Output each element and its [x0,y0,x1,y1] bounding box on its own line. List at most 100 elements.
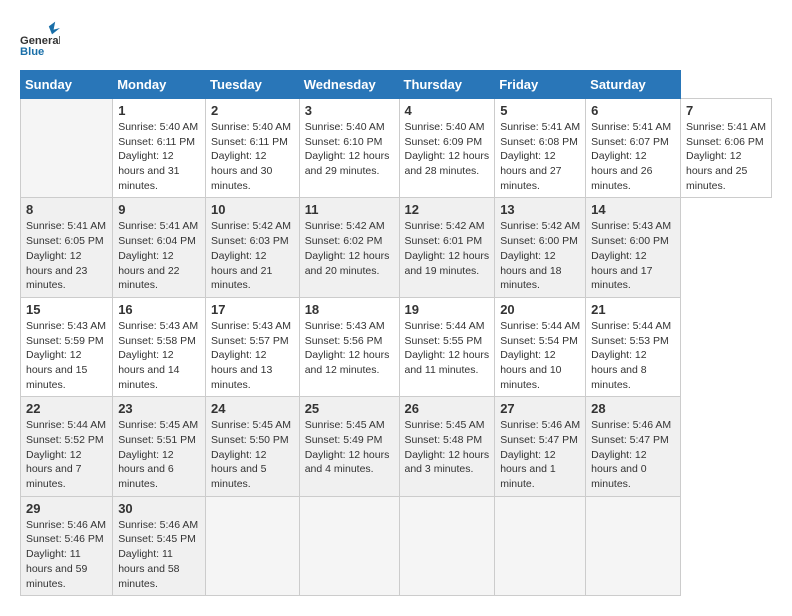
day-number: 17 [211,302,294,317]
calendar-table: SundayMondayTuesdayWednesdayThursdayFrid… [20,70,772,596]
day-number: 10 [211,202,294,217]
calendar-cell: 1 Sunrise: 5:40 AMSunset: 6:11 PMDayligh… [113,99,206,198]
day-number: 1 [118,103,200,118]
weekday-header-sunday: Sunday [21,71,113,99]
day-number: 3 [305,103,394,118]
day-number: 4 [405,103,490,118]
calendar-cell: 11 Sunrise: 5:42 AMSunset: 6:02 PMDaylig… [299,198,399,297]
calendar-cell [399,496,495,595]
day-sunrise: Sunrise: 5:46 AMSunset: 5:45 PMDaylight:… [118,519,198,590]
day-sunrise: Sunrise: 5:41 AMSunset: 6:05 PMDaylight:… [26,220,106,291]
day-sunrise: Sunrise: 5:45 AMSunset: 5:51 PMDaylight:… [118,419,198,490]
calendar-cell: 23 Sunrise: 5:45 AMSunset: 5:51 PMDaylig… [113,397,206,496]
calendar-cell: 7 Sunrise: 5:41 AMSunset: 6:06 PMDayligh… [680,99,771,198]
calendar-week-3: 15 Sunrise: 5:43 AMSunset: 5:59 PMDaylig… [21,297,772,396]
calendar-cell: 9 Sunrise: 5:41 AMSunset: 6:04 PMDayligh… [113,198,206,297]
day-sunrise: Sunrise: 5:43 AMSunset: 6:00 PMDaylight:… [591,220,671,291]
day-sunrise: Sunrise: 5:43 AMSunset: 5:58 PMDaylight:… [118,320,198,391]
day-sunrise: Sunrise: 5:42 AMSunset: 6:00 PMDaylight:… [500,220,580,291]
day-number: 25 [305,401,394,416]
day-sunrise: Sunrise: 5:46 AMSunset: 5:47 PMDaylight:… [591,419,671,490]
day-number: 6 [591,103,675,118]
weekday-header-wednesday: Wednesday [299,71,399,99]
day-sunrise: Sunrise: 5:40 AMSunset: 6:10 PMDaylight:… [305,121,390,177]
day-number: 24 [211,401,294,416]
day-sunrise: Sunrise: 5:41 AMSunset: 6:04 PMDaylight:… [118,220,198,291]
day-number: 14 [591,202,675,217]
page-header: General Blue [20,20,772,60]
day-sunrise: Sunrise: 5:45 AMSunset: 5:48 PMDaylight:… [405,419,490,475]
calendar-cell: 22 Sunrise: 5:44 AMSunset: 5:52 PMDaylig… [21,397,113,496]
day-sunrise: Sunrise: 5:42 AMSunset: 6:03 PMDaylight:… [211,220,291,291]
calendar-cell: 12 Sunrise: 5:42 AMSunset: 6:01 PMDaylig… [399,198,495,297]
calendar-cell [21,99,113,198]
day-sunrise: Sunrise: 5:44 AMSunset: 5:55 PMDaylight:… [405,320,490,376]
calendar-cell: 13 Sunrise: 5:42 AMSunset: 6:00 PMDaylig… [495,198,586,297]
calendar-cell [206,496,300,595]
calendar-week-5: 29 Sunrise: 5:46 AMSunset: 5:46 PMDaylig… [21,496,772,595]
calendar-cell: 4 Sunrise: 5:40 AMSunset: 6:09 PMDayligh… [399,99,495,198]
day-number: 12 [405,202,490,217]
calendar-cell [495,496,586,595]
day-number: 30 [118,501,200,516]
calendar-cell: 3 Sunrise: 5:40 AMSunset: 6:10 PMDayligh… [299,99,399,198]
day-sunrise: Sunrise: 5:46 AMSunset: 5:47 PMDaylight:… [500,419,580,490]
calendar-cell: 27 Sunrise: 5:46 AMSunset: 5:47 PMDaylig… [495,397,586,496]
calendar-week-4: 22 Sunrise: 5:44 AMSunset: 5:52 PMDaylig… [21,397,772,496]
calendar-cell: 16 Sunrise: 5:43 AMSunset: 5:58 PMDaylig… [113,297,206,396]
day-number: 5 [500,103,580,118]
day-sunrise: Sunrise: 5:41 AMSunset: 6:08 PMDaylight:… [500,121,580,192]
day-sunrise: Sunrise: 5:41 AMSunset: 6:07 PMDaylight:… [591,121,671,192]
calendar-cell: 30 Sunrise: 5:46 AMSunset: 5:45 PMDaylig… [113,496,206,595]
logo: General Blue [20,20,60,60]
calendar-cell: 15 Sunrise: 5:43 AMSunset: 5:59 PMDaylig… [21,297,113,396]
day-number: 2 [211,103,294,118]
day-sunrise: Sunrise: 5:43 AMSunset: 5:57 PMDaylight:… [211,320,291,391]
calendar-cell: 6 Sunrise: 5:41 AMSunset: 6:07 PMDayligh… [586,99,681,198]
calendar-cell: 26 Sunrise: 5:45 AMSunset: 5:48 PMDaylig… [399,397,495,496]
day-number: 9 [118,202,200,217]
calendar-cell: 14 Sunrise: 5:43 AMSunset: 6:00 PMDaylig… [586,198,681,297]
calendar-cell: 29 Sunrise: 5:46 AMSunset: 5:46 PMDaylig… [21,496,113,595]
day-sunrise: Sunrise: 5:41 AMSunset: 6:06 PMDaylight:… [686,121,766,192]
weekday-header-tuesday: Tuesday [206,71,300,99]
calendar-cell: 8 Sunrise: 5:41 AMSunset: 6:05 PMDayligh… [21,198,113,297]
day-number: 16 [118,302,200,317]
day-number: 29 [26,501,107,516]
day-sunrise: Sunrise: 5:40 AMSunset: 6:11 PMDaylight:… [211,121,291,192]
day-number: 7 [686,103,766,118]
day-number: 28 [591,401,675,416]
day-number: 23 [118,401,200,416]
weekday-header-saturday: Saturday [586,71,681,99]
day-number: 27 [500,401,580,416]
day-sunrise: Sunrise: 5:45 AMSunset: 5:50 PMDaylight:… [211,419,291,490]
calendar-cell [586,496,681,595]
day-sunrise: Sunrise: 5:44 AMSunset: 5:52 PMDaylight:… [26,419,106,490]
day-sunrise: Sunrise: 5:40 AMSunset: 6:11 PMDaylight:… [118,121,198,192]
day-number: 26 [405,401,490,416]
day-sunrise: Sunrise: 5:44 AMSunset: 5:54 PMDaylight:… [500,320,580,391]
day-number: 20 [500,302,580,317]
day-number: 18 [305,302,394,317]
calendar-week-1: 1 Sunrise: 5:40 AMSunset: 6:11 PMDayligh… [21,99,772,198]
logo-icon: General Blue [20,20,60,60]
day-sunrise: Sunrise: 5:45 AMSunset: 5:49 PMDaylight:… [305,419,390,475]
calendar-cell: 2 Sunrise: 5:40 AMSunset: 6:11 PMDayligh… [206,99,300,198]
calendar-cell [299,496,399,595]
calendar-cell: 21 Sunrise: 5:44 AMSunset: 5:53 PMDaylig… [586,297,681,396]
day-sunrise: Sunrise: 5:46 AMSunset: 5:46 PMDaylight:… [26,519,106,590]
day-sunrise: Sunrise: 5:42 AMSunset: 6:01 PMDaylight:… [405,220,490,276]
calendar-cell: 5 Sunrise: 5:41 AMSunset: 6:08 PMDayligh… [495,99,586,198]
calendar-cell: 20 Sunrise: 5:44 AMSunset: 5:54 PMDaylig… [495,297,586,396]
day-number: 13 [500,202,580,217]
calendar-cell: 19 Sunrise: 5:44 AMSunset: 5:55 PMDaylig… [399,297,495,396]
calendar-cell: 24 Sunrise: 5:45 AMSunset: 5:50 PMDaylig… [206,397,300,496]
weekday-header-row: SundayMondayTuesdayWednesdayThursdayFrid… [21,71,772,99]
day-sunrise: Sunrise: 5:43 AMSunset: 5:59 PMDaylight:… [26,320,106,391]
day-number: 15 [26,302,107,317]
weekday-header-thursday: Thursday [399,71,495,99]
day-sunrise: Sunrise: 5:44 AMSunset: 5:53 PMDaylight:… [591,320,671,391]
calendar-week-2: 8 Sunrise: 5:41 AMSunset: 6:05 PMDayligh… [21,198,772,297]
calendar-cell: 18 Sunrise: 5:43 AMSunset: 5:56 PMDaylig… [299,297,399,396]
weekday-header-monday: Monday [113,71,206,99]
